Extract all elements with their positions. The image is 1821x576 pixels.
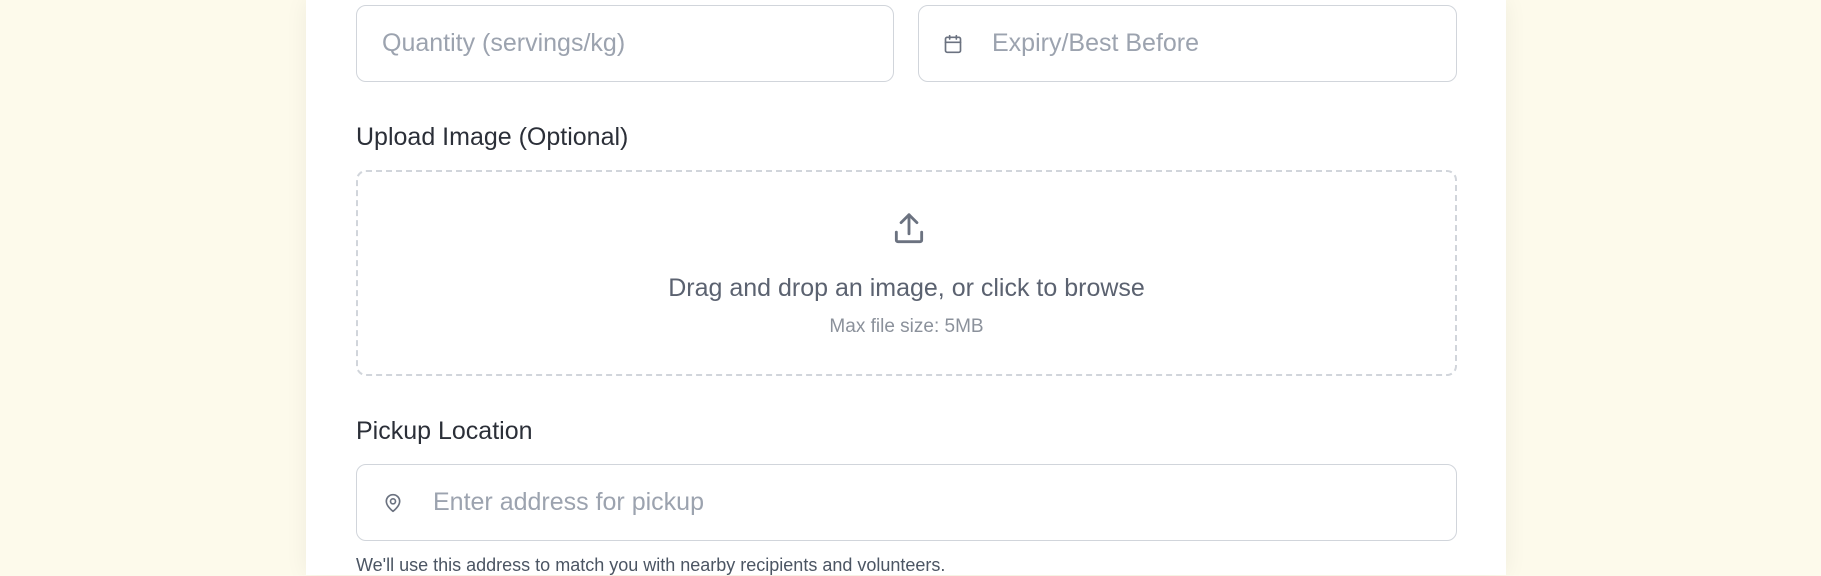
upload-image-label: Upload Image (Optional) [356, 123, 629, 151]
calendar-icon [943, 34, 963, 54]
pickup-location-label: Pickup Location [356, 417, 533, 445]
address-input[interactable] [433, 488, 1456, 517]
map-pin-icon [383, 493, 403, 513]
donation-form-card: Upload Image (Optional) Drag and drop an… [306, 0, 1506, 575]
quantity-input[interactable] [382, 29, 893, 58]
dropzone-prompt: Drag and drop an image, or click to brow… [668, 274, 1145, 302]
upload-icon [890, 210, 928, 248]
expiry-input[interactable] [992, 29, 1456, 58]
image-dropzone[interactable]: Drag and drop an image, or click to brow… [356, 170, 1457, 376]
address-hint: We'll use this address to match you with… [356, 555, 946, 575]
quantity-field[interactable] [356, 5, 894, 82]
max-file-size-note: Max file size: 5MB [829, 316, 984, 337]
expiry-field[interactable] [918, 5, 1457, 82]
address-field[interactable] [356, 464, 1457, 541]
